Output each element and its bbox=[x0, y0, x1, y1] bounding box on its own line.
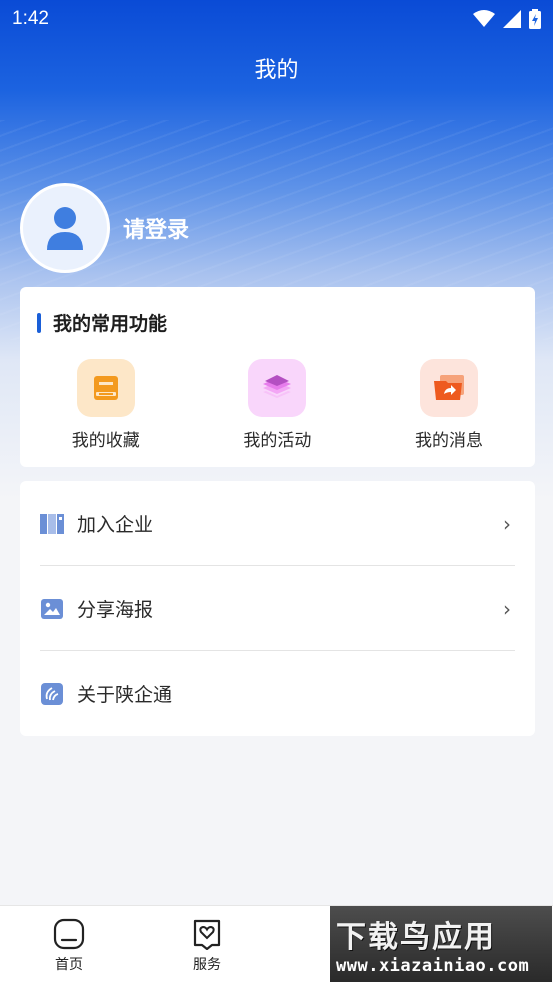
tab-label: 首页 bbox=[55, 957, 83, 973]
message-folder-icon bbox=[419, 359, 478, 417]
wifi-icon bbox=[473, 10, 495, 27]
menu-item-label: 分享海报 bbox=[77, 599, 154, 621]
signal-icon bbox=[503, 10, 521, 28]
menu-item-label: 加入企业 bbox=[77, 514, 154, 536]
watermark-title: 下载鸟应用 bbox=[336, 920, 496, 955]
function-grid: 我的收藏 我的活动 我的消息 bbox=[20, 359, 535, 451]
function-activities[interactable]: 我的活动 bbox=[192, 359, 364, 451]
status-time: 1:42 bbox=[12, 8, 49, 29]
function-favorites[interactable]: 我的收藏 bbox=[20, 359, 192, 451]
enterprise-icon bbox=[40, 512, 64, 536]
tab-home[interactable]: 首页 bbox=[0, 906, 138, 983]
function-label: 我的活动 bbox=[243, 431, 312, 451]
avatar[interactable] bbox=[20, 183, 110, 273]
user-icon bbox=[47, 207, 83, 250]
page-title: 我的 bbox=[254, 58, 299, 83]
settings-menu-card: 加入企业 › 分享海报 › 关于陕企通 bbox=[20, 481, 535, 736]
function-messages[interactable]: 我的消息 bbox=[363, 359, 535, 451]
watermark-url: www.xiazainiao.com bbox=[336, 956, 530, 976]
image-icon bbox=[40, 597, 64, 621]
common-functions-card: 我的常用功能 我的收藏 我的活动 我的消息 bbox=[20, 287, 535, 467]
section-header: 我的常用功能 bbox=[37, 309, 167, 336]
chevron-right-icon: › bbox=[503, 511, 511, 536]
function-label: 我的收藏 bbox=[71, 431, 140, 451]
menu-item-join-enterprise[interactable]: 加入企业 › bbox=[20, 481, 535, 566]
tab-label: 服务 bbox=[193, 957, 221, 973]
home-icon bbox=[53, 918, 85, 950]
section-title: 我的常用功能 bbox=[53, 313, 168, 335]
service-icon bbox=[193, 919, 221, 950]
about-icon bbox=[40, 682, 64, 706]
battery-icon bbox=[529, 9, 541, 29]
bookmark-icon bbox=[76, 359, 135, 417]
status-bar: 1:42 bbox=[0, 0, 553, 38]
chevron-right-icon: › bbox=[503, 596, 511, 621]
status-icons bbox=[473, 9, 541, 29]
function-label: 我的消息 bbox=[414, 431, 483, 451]
watermark-logo: 下载鸟应用 www.xiazainiao.com bbox=[330, 906, 552, 982]
menu-item-label: 关于陕企通 bbox=[77, 684, 173, 706]
menu-item-about[interactable]: 关于陕企通 bbox=[20, 651, 535, 736]
login-link[interactable]: 请登录 bbox=[123, 212, 189, 244]
layers-icon bbox=[248, 359, 307, 417]
section-accent-bar bbox=[37, 312, 41, 333]
tab-service[interactable]: 服务 bbox=[138, 906, 276, 983]
profile-section[interactable]: 请登录 bbox=[20, 183, 189, 273]
menu-item-share-poster[interactable]: 分享海报 › bbox=[20, 566, 535, 651]
